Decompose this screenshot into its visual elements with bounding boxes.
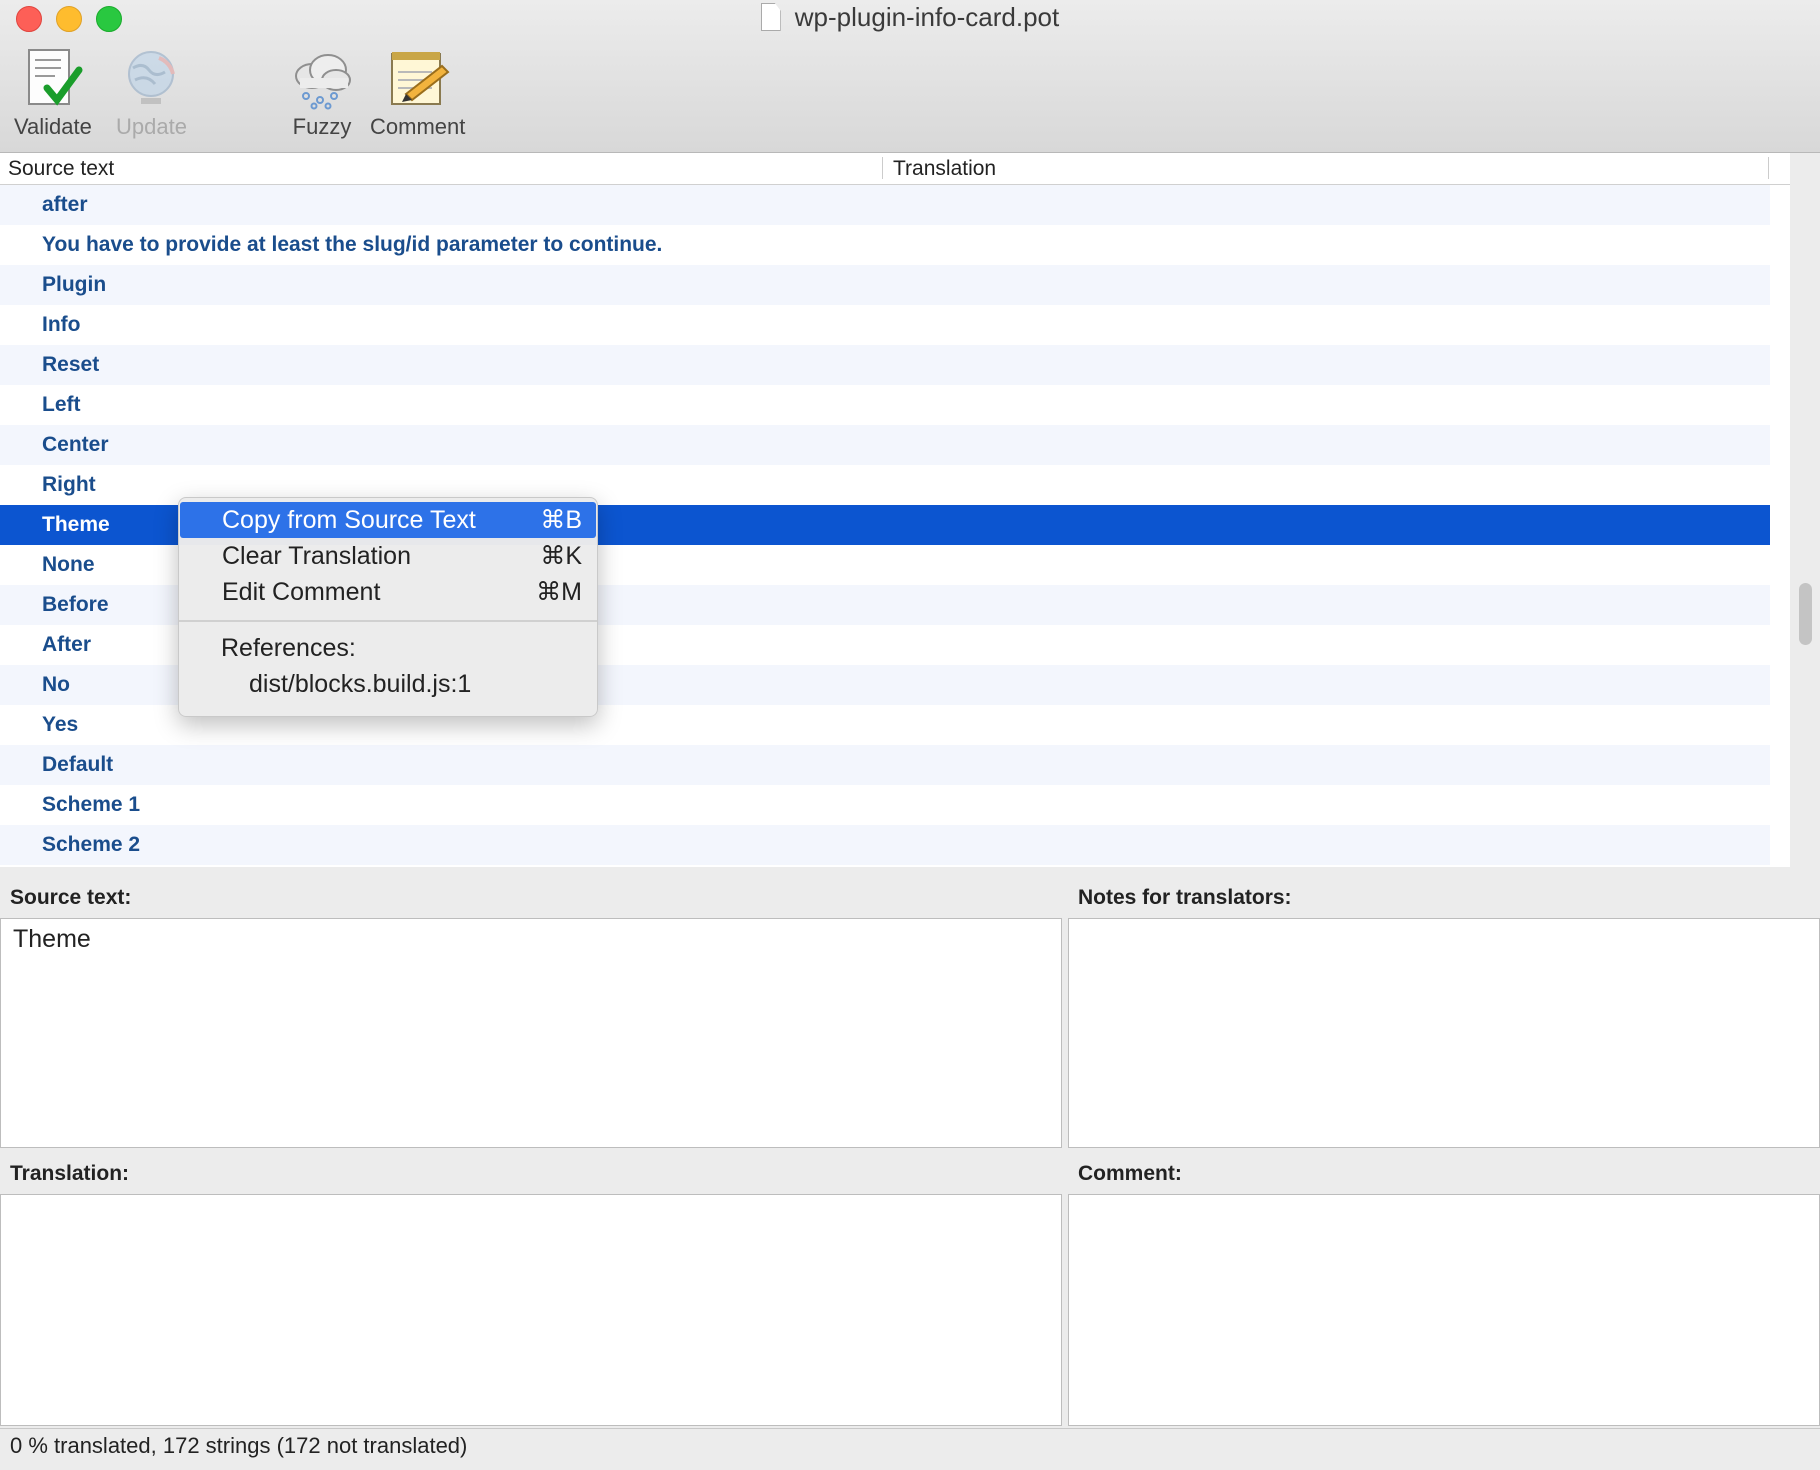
menu-item-shortcut: ⌘B: [540, 506, 582, 534]
translation-field[interactable]: [0, 1194, 1062, 1426]
menu-item-shortcut: ⌘M: [536, 578, 582, 606]
menu-reference-item[interactable]: dist/blocks.build.js:1: [179, 666, 597, 702]
validate-icon: [21, 48, 85, 110]
translation-label: Translation:: [10, 1162, 130, 1185]
menu-item-label: Clear Translation: [222, 542, 411, 570]
comment-button[interactable]: Comment: [370, 48, 465, 140]
menu-item-label: Edit Comment: [222, 578, 381, 606]
menu-item-clear-translation[interactable]: Clear Translation ⌘K: [180, 538, 596, 574]
table-scrollbar-thumb[interactable]: [1799, 583, 1812, 645]
table-row[interactable]: You have to provide at least the slug/id…: [0, 225, 1770, 265]
translation-column-header[interactable]: Translation: [893, 157, 996, 181]
comment-pane-label: Comment:: [1078, 1162, 1182, 1185]
source-text-field[interactable]: Theme: [0, 918, 1062, 1148]
menu-item-shortcut: ⌘K: [540, 542, 582, 570]
menu-item-copy-from-source[interactable]: Copy from Source Text ⌘B: [180, 502, 596, 538]
cloud-snow-icon: [290, 48, 354, 110]
fuzzy-label: Fuzzy: [292, 114, 352, 139]
menu-references-label: References:: [221, 634, 356, 662]
column-divider[interactable]: [882, 157, 883, 179]
table-row[interactable]: Plugin: [0, 265, 1770, 305]
context-menu: Copy from Source Text ⌘B Clear Translati…: [178, 497, 598, 717]
notepad-pencil-icon: [386, 48, 450, 110]
update-button[interactable]: Update: [116, 48, 187, 140]
source-text-column-header[interactable]: Source text: [8, 157, 114, 181]
notes-for-translators-field[interactable]: [1068, 918, 1820, 1148]
window-title-text: wp-plugin-info-card.pot: [794, 2, 1060, 32]
document-icon: [760, 3, 781, 31]
table-row[interactable]: Info: [0, 305, 1770, 345]
status-bar: 0 % translated, 172 strings (172 not tra…: [0, 1428, 1820, 1462]
table-header: Source text Translation: [0, 153, 1790, 185]
table-row[interactable]: Left: [0, 385, 1770, 425]
validate-button[interactable]: Validate: [14, 48, 92, 140]
notes-for-translators-label: Notes for translators:: [1078, 886, 1292, 909]
comment-field[interactable]: [1068, 1194, 1820, 1426]
status-text: 0 % translated, 172 strings (172 not tra…: [10, 1433, 468, 1458]
table-row[interactable]: Center: [0, 425, 1770, 465]
menu-separator: [179, 620, 597, 622]
menu-item-label: Copy from Source Text: [222, 506, 476, 534]
globe-update-icon: [119, 48, 183, 110]
table-row[interactable]: Default: [0, 745, 1770, 785]
source-text-label: Source text:: [10, 886, 132, 909]
table-row[interactable]: Scheme 2: [0, 825, 1770, 865]
menu-item-edit-comment[interactable]: Edit Comment ⌘M: [180, 574, 596, 610]
validate-label: Validate: [14, 114, 92, 139]
window-title: wp-plugin-info-card.pot: [0, 2, 1820, 33]
comment-label: Comment: [370, 114, 466, 139]
window-titlebar: wp-plugin-info-card.pot Validate Update: [0, 0, 1820, 153]
fuzzy-button[interactable]: Fuzzy: [290, 48, 354, 140]
table-row[interactable]: Scheme 1: [0, 785, 1770, 825]
column-divider: [1768, 157, 1769, 179]
table-row[interactable]: Reset: [0, 345, 1770, 385]
table-row[interactable]: after: [0, 185, 1770, 225]
update-label: Update: [116, 114, 187, 139]
